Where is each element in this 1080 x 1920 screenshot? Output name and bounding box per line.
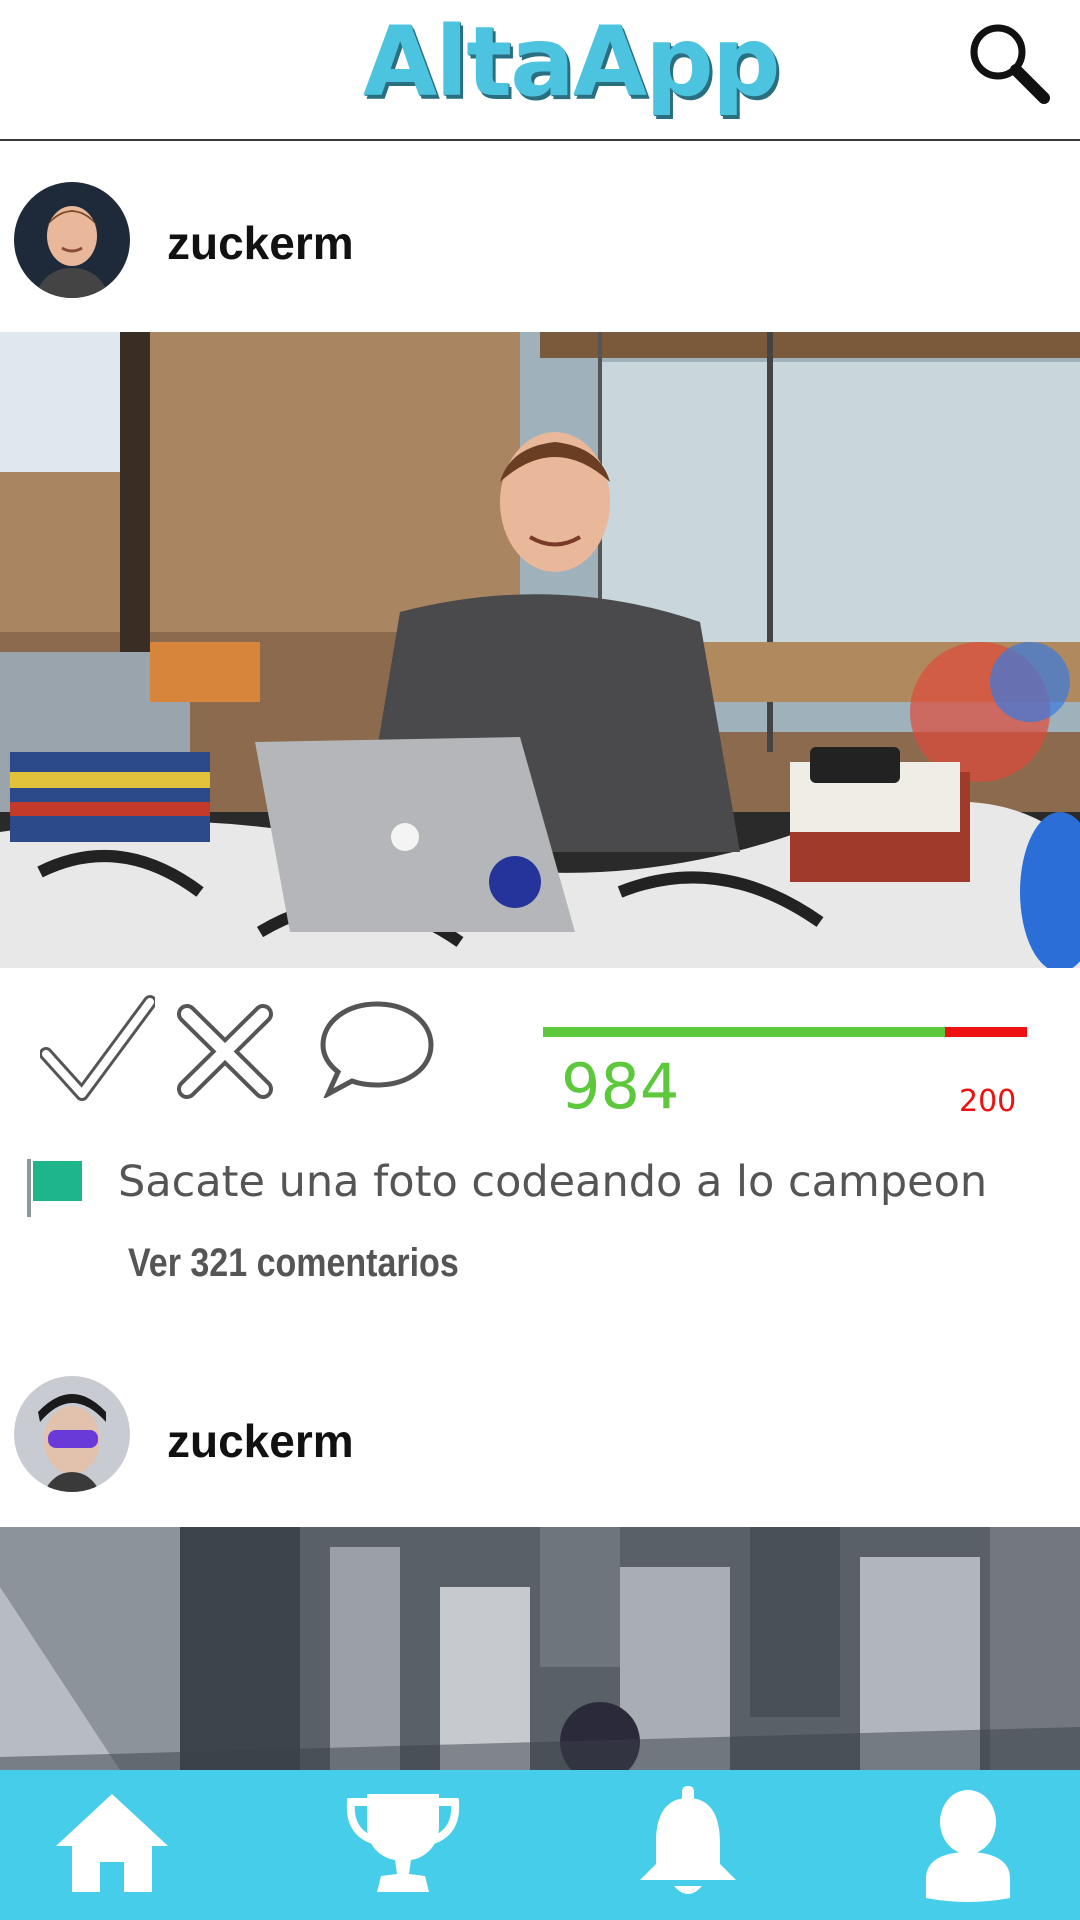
speech-bubble-icon[interactable] bbox=[318, 998, 436, 1098]
nav-notifications[interactable] bbox=[628, 1786, 748, 1904]
upvote-bar bbox=[543, 1027, 946, 1037]
trophy-icon bbox=[346, 1794, 460, 1892]
check-icon[interactable] bbox=[40, 994, 155, 1104]
downvote-bar bbox=[945, 1027, 1027, 1037]
home-icon bbox=[56, 1794, 168, 1892]
upvote-count: 984 bbox=[561, 1050, 680, 1123]
post-image[interactable] bbox=[0, 332, 1080, 968]
post-image[interactable] bbox=[0, 1527, 1080, 1770]
app-header: AltaApp bbox=[0, 0, 1080, 141]
username[interactable]: zuckerm bbox=[167, 1414, 354, 1468]
nav-trophy[interactable] bbox=[343, 1786, 463, 1904]
avatar[interactable] bbox=[14, 1376, 130, 1492]
username[interactable]: zuckerm bbox=[167, 216, 354, 270]
search-button[interactable] bbox=[964, 18, 1054, 108]
x-icon[interactable] bbox=[175, 1004, 275, 1099]
avatar[interactable] bbox=[14, 182, 130, 298]
post-header: zuckerm bbox=[0, 1366, 1080, 1516]
bell-icon bbox=[640, 1786, 736, 1894]
downvote-count: 200 bbox=[959, 1084, 1017, 1119]
vote-ratio-bar bbox=[543, 1027, 1027, 1037]
nav-profile[interactable] bbox=[908, 1786, 1028, 1904]
search-icon bbox=[970, 24, 1050, 104]
nav-home[interactable] bbox=[52, 1786, 172, 1904]
profile-icon bbox=[926, 1790, 1010, 1902]
app-logo: AltaApp bbox=[363, 6, 781, 118]
bottom-nav bbox=[0, 1770, 1080, 1920]
view-comments-link[interactable]: Ver 321 comentarios bbox=[128, 1241, 459, 1286]
challenge-text[interactable]: Sacate una foto codeando a lo campeon bbox=[118, 1157, 987, 1207]
post-header: zuckerm bbox=[0, 170, 1080, 320]
flag-icon bbox=[27, 1159, 82, 1217]
